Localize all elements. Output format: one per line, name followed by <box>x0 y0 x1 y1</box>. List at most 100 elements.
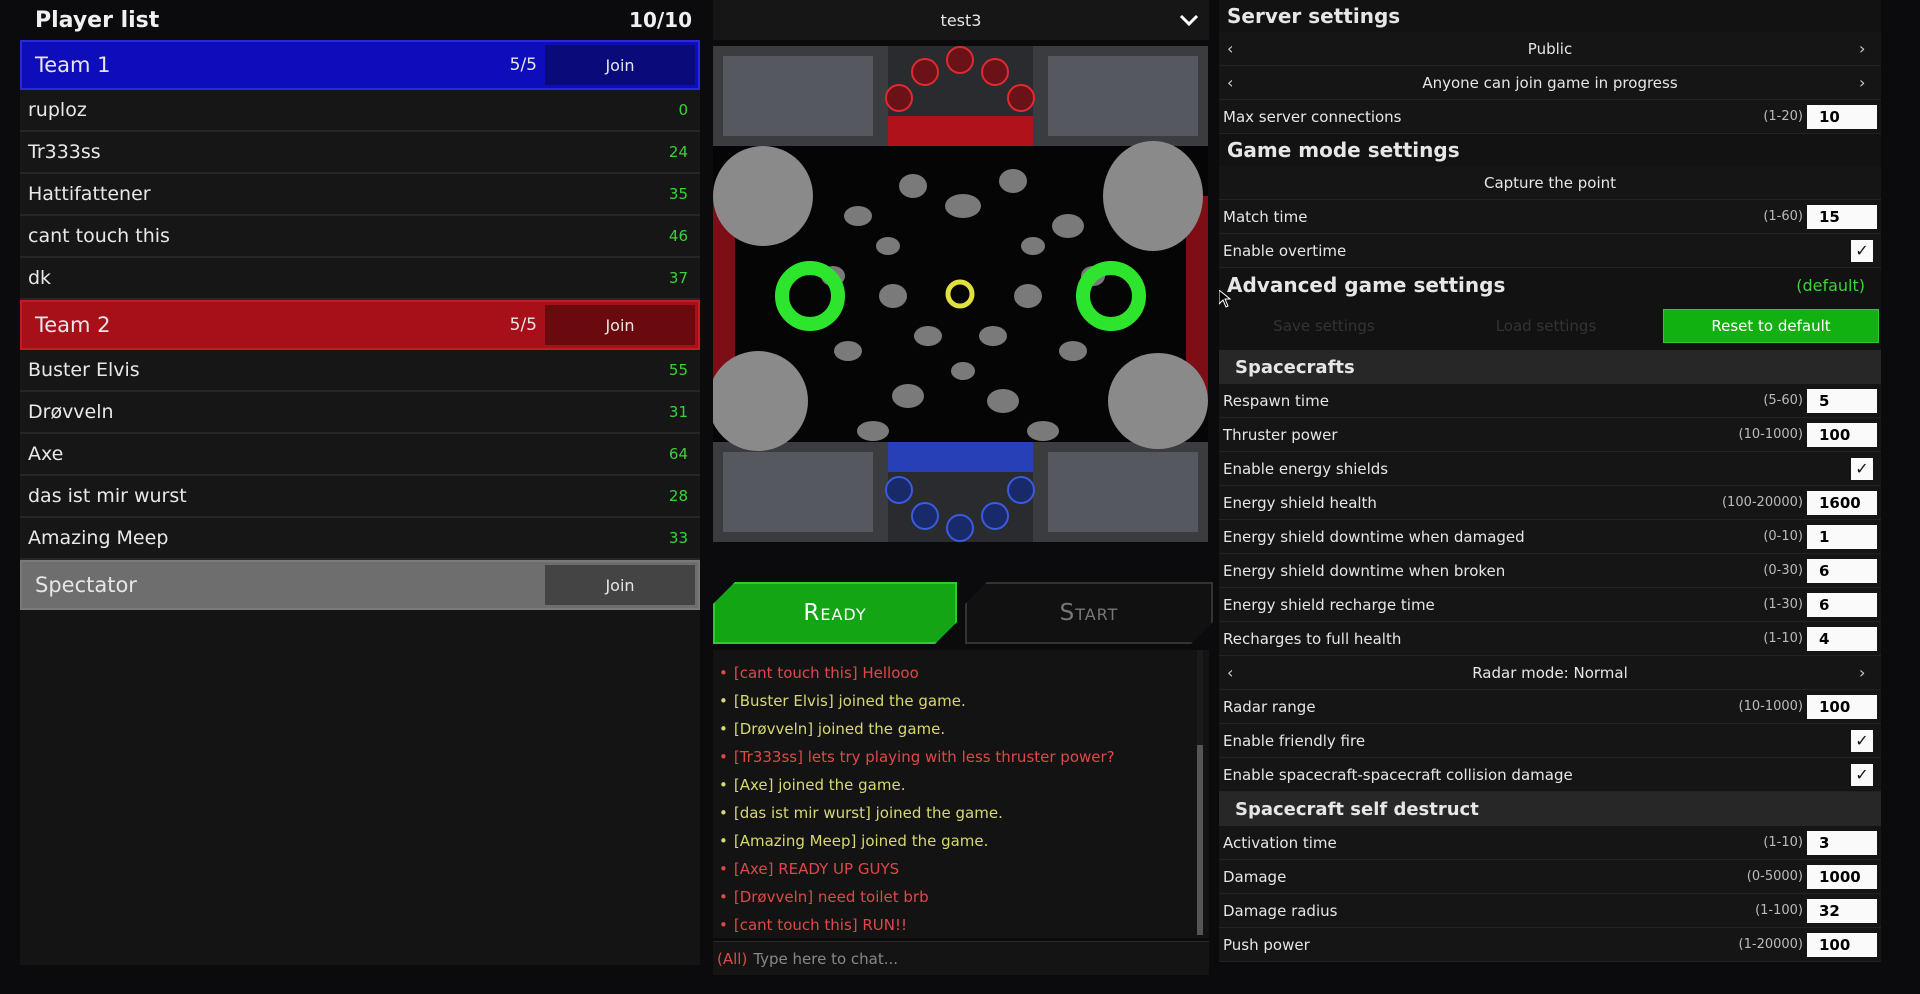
chat-input[interactable] <box>753 949 1174 968</box>
mouse-cursor-icon <box>1219 290 1231 308</box>
ready-button[interactable]: Ready <box>713 582 957 644</box>
overtime-checkbox[interactable]: ✓ <box>1851 239 1873 262</box>
setting-input[interactable]: 3 <box>1807 830 1877 855</box>
player-list-panel: Player list 10/10 Team 1 5/5 Join ruploz… <box>20 0 700 975</box>
setting-input[interactable]: 100 <box>1807 422 1877 447</box>
setting-row: Enable spacecraft-spacecraft collision d… <box>1219 758 1881 792</box>
setting-input[interactable]: 1000 <box>1807 864 1877 889</box>
player-row[interactable]: Amazing Meep 33 <box>20 518 700 560</box>
join-team-2-button[interactable]: Join <box>545 305 695 345</box>
player-row[interactable]: Drøvveln 31 <box>20 392 700 434</box>
player-name: Amazing Meep <box>28 527 169 549</box>
player-row[interactable]: Axe 64 <box>20 434 700 476</box>
chevron-right-icon[interactable]: › <box>1859 74 1873 90</box>
reset-to-default-button[interactable]: Reset to default <box>1663 309 1879 343</box>
join-policy-selector[interactable]: ‹ Anyone can join game in progress › <box>1219 66 1881 100</box>
setting-row: Damage radius (1-100) 32 <box>1219 894 1881 928</box>
setting-input[interactable]: 32 <box>1807 898 1877 923</box>
chat-log: • [cant touch this] Hellooo • [Buster Elvi… <box>713 650 1209 938</box>
spectator-label: Spectator <box>35 573 137 597</box>
visibility-selector[interactable]: ‹ Public › <box>1219 32 1881 66</box>
advanced-settings-title: Advanced game settings <box>1227 273 1506 297</box>
radar-mode-selector[interactable]: ‹ Radar mode: Normal › <box>1219 656 1881 690</box>
visibility-value: Public <box>1527 39 1573 58</box>
setting-input[interactable]: 4 <box>1807 626 1877 651</box>
setting-label: Radar range <box>1223 697 1316 716</box>
chat-input-bar: (All) <box>713 941 1209 975</box>
setting-checkbox[interactable]: ✓ <box>1851 729 1873 752</box>
lobby-center-panel: test3 Ready Start • [cant touch this] He… <box>713 0 1209 994</box>
max-connections-input[interactable]: 10 <box>1807 104 1877 129</box>
setting-input[interactable]: 6 <box>1807 592 1877 617</box>
join-team-1-button[interactable]: Join <box>545 45 695 85</box>
setting-range: (1-10) <box>1763 835 1803 850</box>
setting-range: (1-100) <box>1755 903 1803 918</box>
map-preview <box>713 46 1208 542</box>
setting-input[interactable]: 1600 <box>1807 490 1877 515</box>
player-name: Buster Elvis <box>28 359 140 381</box>
team-count: 5/5 <box>509 315 537 335</box>
player-name: cant touch this <box>28 225 170 247</box>
team-2-header: Team 2 5/5 Join <box>20 300 700 350</box>
player-row[interactable]: dk 37 <box>20 258 700 300</box>
setting-input[interactable]: 100 <box>1807 694 1877 719</box>
chevron-right-icon[interactable]: › <box>1859 40 1873 56</box>
chat-channel[interactable]: (All) <box>717 950 747 968</box>
save-settings-button[interactable]: Save settings <box>1219 317 1429 335</box>
player-name: ruploz <box>28 99 87 121</box>
chat-message: • [cant touch this] RUN!! <box>719 916 908 934</box>
setting-input[interactable]: 1 <box>1807 524 1877 549</box>
chevron-left-icon[interactable]: ‹ <box>1227 40 1241 56</box>
setting-input[interactable]: 5 <box>1807 388 1877 413</box>
spectator-list <box>20 610 700 965</box>
setting-label: Enable spacecraft-spacecraft collision d… <box>1223 765 1573 784</box>
load-settings-button[interactable]: Load settings <box>1441 317 1651 335</box>
setting-range: (1-10) <box>1763 631 1803 646</box>
setting-input[interactable]: 6 <box>1807 558 1877 583</box>
chat-message-text: [das ist mir wurst] joined the game. <box>733 804 1003 822</box>
player-score: 24 <box>668 143 688 161</box>
setting-label: Activation time <box>1223 833 1337 852</box>
setting-range: (10-1000) <box>1738 427 1803 442</box>
team-count: 5/5 <box>509 55 537 75</box>
player-row[interactable]: cant touch this 46 <box>20 216 700 258</box>
chevron-down-icon <box>1179 14 1199 27</box>
setting-row: Recharges to full health (1-10) 4 <box>1219 622 1881 656</box>
game-mode-value[interactable]: Capture the point <box>1219 166 1881 200</box>
max-connections-row: Max server connections (1-20) 10 <box>1219 100 1881 134</box>
chat-scrollbar-thumb[interactable] <box>1197 745 1203 935</box>
match-time-row: Match time (1-60) 15 <box>1219 200 1881 234</box>
setting-checkbox[interactable]: ✓ <box>1851 457 1873 480</box>
player-row[interactable]: Buster Elvis 55 <box>20 350 700 392</box>
start-button[interactable]: Start <box>965 582 1213 644</box>
join-spectator-button[interactable]: Join <box>545 565 695 605</box>
player-row[interactable]: das ist mir wurst 28 <box>20 476 700 518</box>
chevron-left-icon[interactable]: ‹ <box>1227 664 1241 680</box>
player-name: Hattifattener <box>28 183 151 205</box>
radar-mode-value: Radar mode: Normal <box>1472 663 1628 682</box>
match-time-input[interactable]: 15 <box>1807 204 1877 229</box>
setting-label: Push power <box>1223 935 1310 954</box>
player-score: 0 <box>678 101 688 119</box>
map-dropdown[interactable]: test3 <box>713 0 1209 40</box>
spacecrafts-title: Spacecrafts <box>1219 350 1881 384</box>
setting-checkbox[interactable]: ✓ <box>1851 763 1873 786</box>
player-score: 31 <box>668 403 688 421</box>
player-score: 55 <box>668 361 688 379</box>
player-row[interactable]: Tr333ss 24 <box>20 132 700 174</box>
chat-message-text: [Drøvveln] joined the game. <box>733 720 946 738</box>
setting-range: (5-60) <box>1763 393 1803 408</box>
setting-row: Damage (0-5000) 1000 <box>1219 860 1881 894</box>
chevron-left-icon[interactable]: ‹ <box>1227 74 1241 90</box>
player-row[interactable]: Hattifattener 35 <box>20 174 700 216</box>
chat-message-text: [Tr333ss] lets try playing with less thr… <box>733 748 1115 766</box>
setting-input[interactable]: 100 <box>1807 932 1877 957</box>
chat-scrollbar[interactable] <box>1197 650 1203 935</box>
player-row[interactable]: ruploz 0 <box>20 90 700 132</box>
chat-message-text: [Buster Elvis] joined the game. <box>733 692 966 710</box>
setting-label: Match time <box>1223 207 1308 226</box>
advanced-settings-header[interactable]: Advanced game settings (default) <box>1219 268 1881 302</box>
setting-label: Energy shield recharge time <box>1223 595 1435 614</box>
chevron-right-icon[interactable]: › <box>1859 664 1873 680</box>
setting-range: (100-20000) <box>1721 495 1803 510</box>
